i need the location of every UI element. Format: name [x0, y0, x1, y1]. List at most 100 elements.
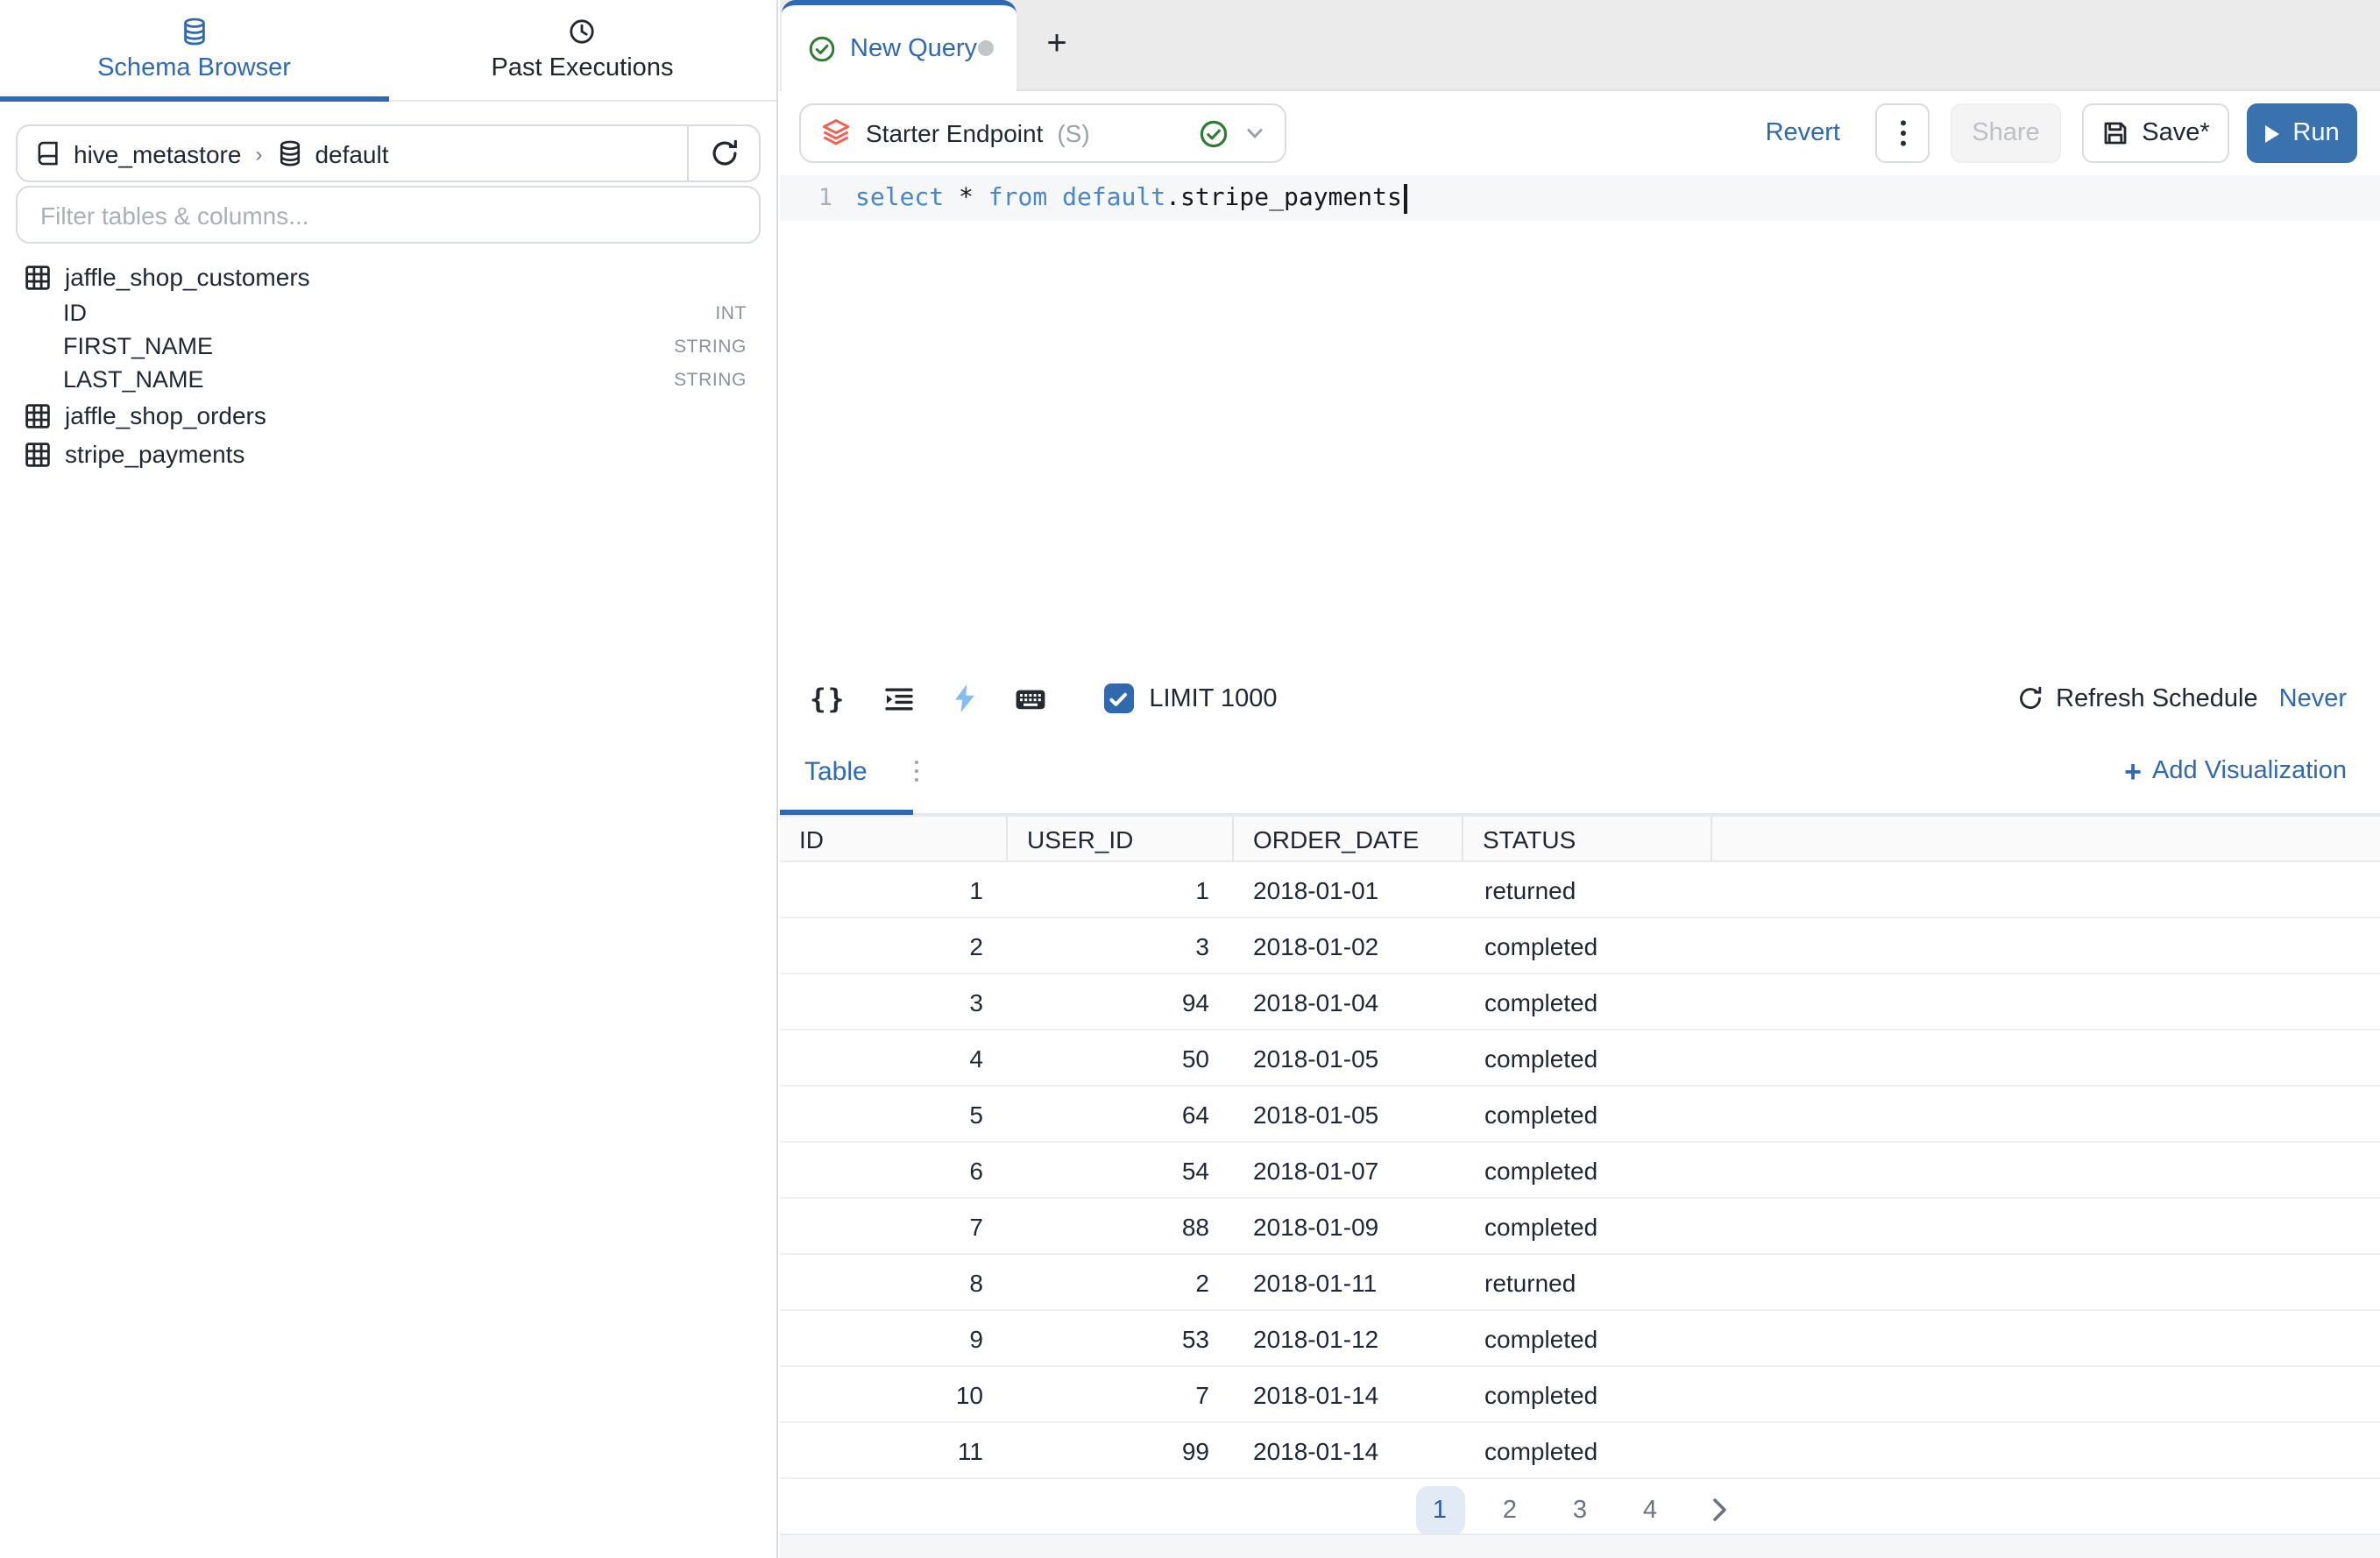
- tab-past-executions-label: Past Executions: [492, 54, 674, 82]
- page-button[interactable]: 1: [1415, 1485, 1464, 1534]
- schema-column-item[interactable]: FIRST_NAMESTRING: [25, 329, 747, 363]
- format-braces-icon[interactable]: {}: [810, 683, 846, 714]
- breadcrumb-schema[interactable]: default: [315, 139, 388, 167]
- column-header[interactable]: ORDER_DATE: [1234, 817, 1463, 860]
- cell-user-id: 7: [1008, 1380, 1234, 1408]
- table-row: 232018-01-02completed: [780, 918, 2380, 974]
- schema-column-item[interactable]: LAST_NAMESTRING: [25, 363, 747, 396]
- tab-schema-browser[interactable]: Schema Browser: [0, 0, 388, 100]
- next-page-button[interactable]: [1696, 1485, 1745, 1534]
- query-actions: Revert Share: [1766, 103, 2357, 163]
- save-button-label: Save*: [2142, 119, 2209, 147]
- results-tabs: Table + Add Visualization: [780, 729, 2380, 815]
- tab-table-visualization[interactable]: Table: [804, 756, 868, 786]
- database-icon: [181, 18, 209, 46]
- cell-status: returned: [1463, 875, 1712, 903]
- column-header[interactable]: STATUS: [1463, 817, 1712, 860]
- cell-user-id: 2: [1008, 1268, 1234, 1296]
- page-button[interactable]: 4: [1626, 1485, 1675, 1534]
- save-button[interactable]: Save*: [2082, 103, 2229, 163]
- limit-toggle[interactable]: LIMIT 1000: [1103, 683, 1277, 713]
- active-viz-underline: [780, 810, 913, 815]
- tab-schema-browser-label: Schema Browser: [97, 54, 291, 82]
- pagination: 1234: [780, 1483, 2380, 1537]
- sql-editor[interactable]: 1 select * from default.stripe_payments: [780, 175, 2380, 668]
- revert-button[interactable]: Revert: [1766, 119, 1840, 147]
- table-row: 3942018-01-04completed: [780, 974, 2380, 1030]
- cell-user-id: 64: [1008, 1100, 1234, 1128]
- page-button[interactable]: 3: [1555, 1485, 1604, 1534]
- cell-order-date: 2018-01-11: [1234, 1268, 1463, 1296]
- kebab-icon: [1899, 119, 1906, 147]
- breadcrumb-path[interactable]: hive_metastore › default: [18, 139, 687, 167]
- cell-user-id: 99: [1008, 1436, 1234, 1464]
- more-actions-button[interactable]: [1875, 103, 1930, 163]
- cell-order-date: 2018-01-01: [1234, 875, 1463, 903]
- cell-status: completed: [1463, 1156, 1712, 1184]
- active-tab-underline: [0, 96, 388, 102]
- cell-user-id: 88: [1008, 1212, 1234, 1240]
- breadcrumb: hive_metastore › default: [16, 124, 761, 182]
- filter-input[interactable]: [37, 199, 740, 230]
- endpoint-status-check-icon: [1199, 118, 1229, 148]
- limit-checkbox[interactable]: [1103, 683, 1133, 713]
- editor-toolbar: {}: [780, 668, 2380, 729]
- sql-token: [974, 184, 988, 212]
- lightning-icon[interactable]: [951, 683, 977, 713]
- sql-token: *: [959, 184, 974, 212]
- table-row: 822018-01-11returned: [780, 1255, 2380, 1311]
- save-icon: [2101, 119, 2129, 147]
- refresh-schedule-value[interactable]: Never: [2279, 684, 2347, 712]
- cell-user-id: 50: [1008, 1044, 1234, 1072]
- sidebar: Schema Browser Past Executions: [0, 0, 778, 1558]
- cell-id: 3: [780, 988, 1008, 1016]
- cell-id: 1: [780, 875, 1008, 903]
- schema-table-list: jaffle_shop_customers IDINTFIRST_NAMESTRI…: [0, 244, 776, 473]
- results-footer-strip: [780, 1533, 2380, 1558]
- schema-table-name: jaffle_shop_orders: [65, 401, 266, 429]
- table-grid-icon: [25, 264, 51, 290]
- cell-status: completed: [1463, 1380, 1712, 1408]
- refresh-schema-button[interactable]: [687, 126, 759, 181]
- cell-user-id: 54: [1008, 1156, 1234, 1184]
- table-row: 4502018-01-05completed: [780, 1030, 2380, 1087]
- cell-order-date: 2018-01-07: [1234, 1156, 1463, 1184]
- schema-table-item[interactable]: stripe_payments: [25, 435, 747, 473]
- share-button[interactable]: Share: [1951, 103, 2061, 163]
- schema-table-name: stripe_payments: [65, 440, 244, 468]
- schema-browser-header: hive_metastore › default: [0, 102, 776, 244]
- sql-token: default: [1062, 184, 1165, 212]
- column-header[interactable]: USER_ID: [1008, 817, 1234, 860]
- cell-order-date: 2018-01-05: [1234, 1044, 1463, 1072]
- schema-column-item[interactable]: IDINT: [25, 296, 747, 329]
- cell-status: returned: [1463, 1268, 1712, 1296]
- run-button-label: Run: [2292, 119, 2339, 147]
- keyboard-shortcuts-icon[interactable]: [1014, 684, 1045, 712]
- endpoint-selector[interactable]: Starter Endpoint (S): [799, 103, 1286, 163]
- check-circle-icon: [808, 34, 836, 62]
- column-header[interactable]: ID: [780, 817, 1008, 860]
- tab-new-query[interactable]: New Query: [782, 0, 1016, 91]
- unsaved-dot-icon: [978, 40, 994, 56]
- table-tab-kebab-icon[interactable]: [910, 754, 924, 788]
- new-tab-button[interactable]: +: [1016, 0, 1097, 89]
- cell-status: completed: [1463, 931, 1712, 960]
- schema-column-name: ID: [63, 300, 87, 326]
- cell-id: 7: [780, 1212, 1008, 1240]
- tab-past-executions[interactable]: Past Executions: [388, 0, 776, 100]
- run-button[interactable]: Run: [2247, 103, 2357, 163]
- page-button[interactable]: 2: [1485, 1485, 1534, 1534]
- cell-user-id: 94: [1008, 988, 1234, 1016]
- cell-id: 11: [780, 1436, 1008, 1464]
- schema-table-name: jaffle_shop_customers: [65, 263, 310, 291]
- schema-table-item[interactable]: jaffle_shop_orders: [25, 396, 747, 435]
- add-visualization-button[interactable]: + Add Visualization: [2124, 756, 2347, 786]
- schema-table-item[interactable]: jaffle_shop_customers: [25, 258, 747, 296]
- sql-token: [944, 184, 959, 212]
- breadcrumb-catalog[interactable]: hive_metastore: [74, 139, 241, 167]
- sql-token: [1047, 184, 1062, 212]
- filter-input-wrap: [16, 186, 761, 244]
- indent-icon[interactable]: [882, 684, 914, 712]
- results-table-header: IDUSER_IDORDER_DATESTATUS: [780, 815, 2380, 862]
- table-row: 9532018-01-12completed: [780, 1311, 2380, 1367]
